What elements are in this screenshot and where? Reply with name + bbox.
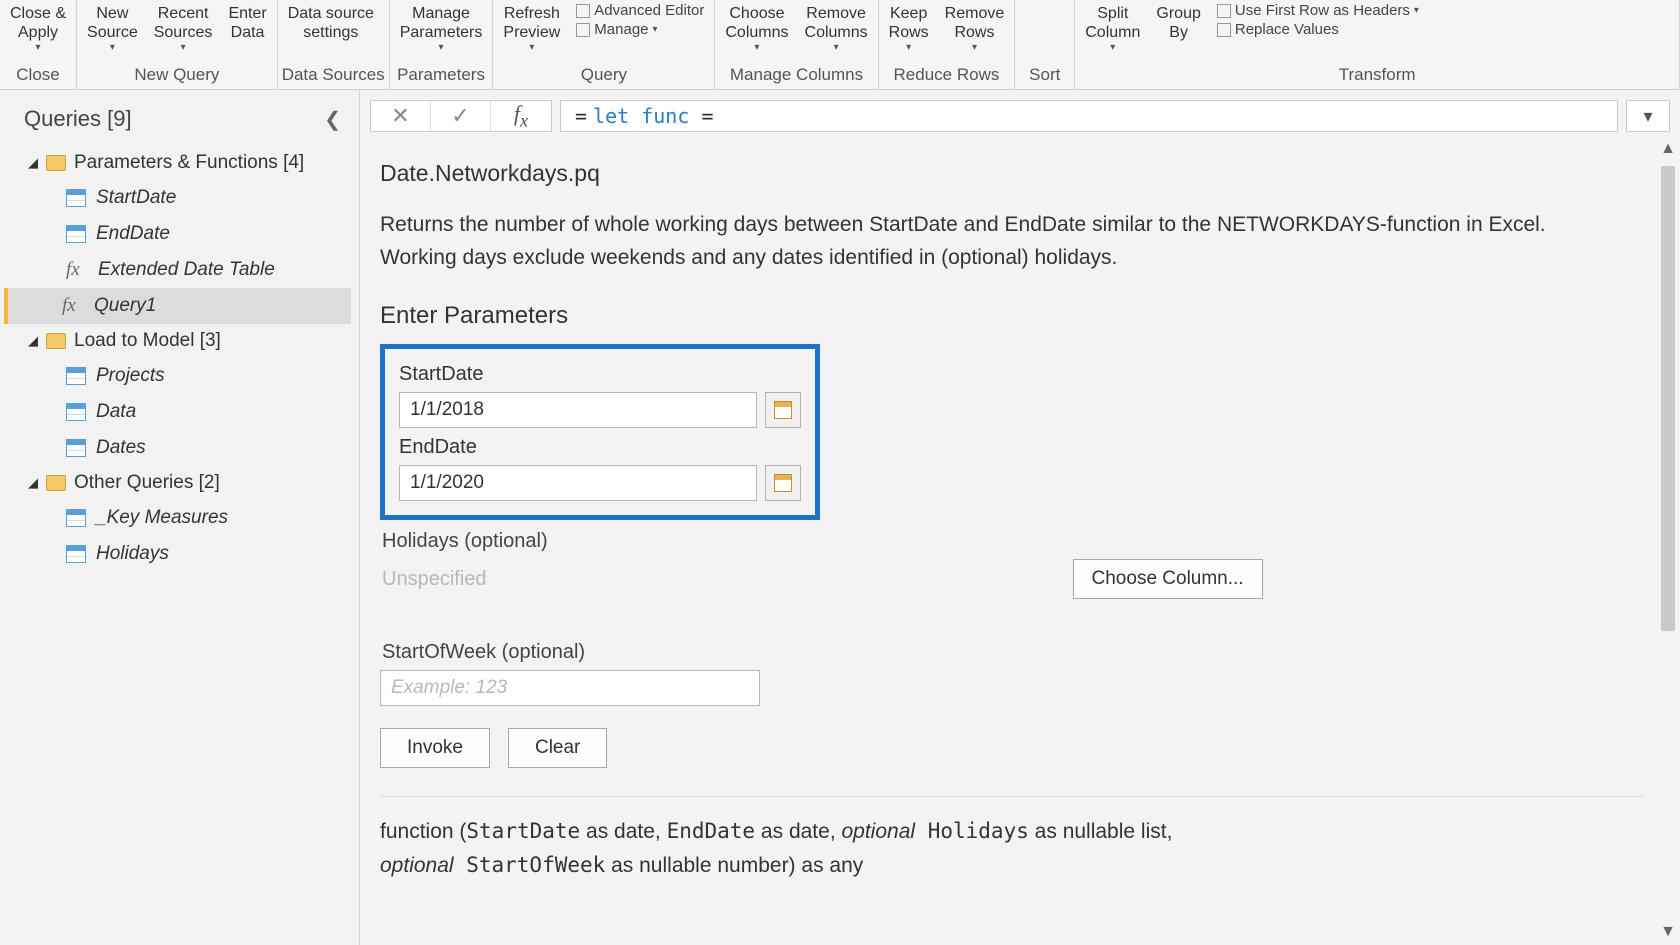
use-first-row-headers-button[interactable]: Use First Row as Headers <box>1217 2 1419 19</box>
calendar-icon <box>774 474 792 492</box>
choose-columns-button[interactable]: ChooseColumns <box>719 0 794 56</box>
query-holidays[interactable]: Holidays <box>8 536 351 572</box>
formula-bar: ✕ ✓ fx = let func = ▾ <box>360 90 1680 136</box>
enddate-label: EndDate <box>399 436 801 459</box>
table-icon <box>66 439 86 457</box>
scroll-thumb[interactable] <box>1661 166 1675 630</box>
function-signature: function (StartDate as date, EndDate as … <box>380 815 1644 882</box>
advanced-editor-button[interactable]: Advanced Editor <box>576 2 704 19</box>
formula-fx-button[interactable]: fx <box>491 101 551 131</box>
caret-down-icon: ◢ <box>28 155 38 171</box>
startdate-calendar-button[interactable] <box>765 392 801 428</box>
editor-icon <box>576 4 590 18</box>
refresh-preview-button[interactable]: RefreshPreview <box>497 0 566 56</box>
manage-parameters-button[interactable]: ManageParameters <box>394 0 489 56</box>
ribbon: Close &Apply Close NewSource RecentSourc… <box>0 0 1680 90</box>
scroll-down-icon[interactable]: ▼ <box>1660 919 1676 945</box>
vertical-scrollbar[interactable]: ▲ ▼ <box>1658 136 1678 945</box>
function-title: Date.Networkdays.pq <box>380 160 1644 187</box>
main-area: ✕ ✓ fx = let func = ▾ Date.Networkdays.p… <box>360 90 1680 945</box>
manage-button[interactable]: Manage <box>576 21 704 38</box>
table-icon <box>66 509 86 527</box>
data-source-settings-button[interactable]: Data sourcesettings <box>282 0 380 44</box>
invoke-button[interactable]: Invoke <box>380 728 490 768</box>
caret-down-icon: ◢ <box>28 475 38 491</box>
headers-icon <box>1217 4 1231 18</box>
startofweek-input[interactable] <box>380 670 760 706</box>
query-projects[interactable]: Projects <box>8 358 351 394</box>
clear-button[interactable]: Clear <box>508 728 607 768</box>
ribbon-group-close: Close <box>4 63 72 89</box>
remove-rows-button[interactable]: RemoveRows <box>939 0 1011 56</box>
split-column-button[interactable]: SplitColumn <box>1079 0 1146 56</box>
close-apply-button[interactable]: Close &Apply <box>4 0 72 56</box>
table-icon <box>66 189 86 207</box>
enddate-calendar-button[interactable] <box>765 465 801 501</box>
formula-expand-button[interactable]: ▾ <box>1626 100 1670 132</box>
group-other-queries[interactable]: ◢ Other Queries [2] <box>8 466 351 500</box>
choose-column-button[interactable]: Choose Column... <box>1073 559 1263 599</box>
query-dates[interactable]: Dates <box>8 430 351 466</box>
queries-header: Queries [9] <box>24 106 132 132</box>
folder-icon <box>46 155 66 171</box>
remove-columns-button[interactable]: RemoveColumns <box>799 0 874 56</box>
ribbon-group-query: Query <box>497 63 710 89</box>
scroll-up-icon[interactable]: ▲ <box>1660 136 1676 162</box>
startdate-input[interactable] <box>399 392 757 428</box>
table-icon <box>66 367 86 385</box>
fx-icon: fx <box>66 259 88 281</box>
ribbon-group-datasources: Data Sources <box>282 63 385 89</box>
scroll-track[interactable] <box>1661 166 1675 915</box>
ribbon-group-managecolumns: Manage Columns <box>719 63 873 89</box>
group-parameters-functions[interactable]: ◢ Parameters & Functions [4] <box>8 146 351 180</box>
enter-parameters-title: Enter Parameters <box>380 302 1644 330</box>
formula-confirm-button[interactable]: ✓ <box>431 101 491 131</box>
group-by-button[interactable]: GroupBy <box>1150 0 1206 44</box>
table-icon <box>66 403 86 421</box>
table-icon <box>66 225 86 243</box>
query-query1[interactable]: fxQuery1 <box>4 288 351 324</box>
new-source-button[interactable]: NewSource <box>81 0 144 56</box>
divider <box>380 796 1644 797</box>
formula-cancel-button[interactable]: ✕ <box>371 101 431 131</box>
query-extended-date-table[interactable]: fxExtended Date Table <box>8 252 351 288</box>
ribbon-group-newquery: New Query <box>81 63 273 89</box>
ribbon-group-sort: Sort <box>1019 63 1070 89</box>
replace-icon <box>1217 23 1231 37</box>
holidays-label: Holidays (optional) <box>382 530 1644 553</box>
fx-icon: fx <box>62 295 84 317</box>
query-key-measures[interactable]: _Key Measures <box>8 500 351 536</box>
queries-tree: ◢ Parameters & Functions [4] StartDate E… <box>0 146 359 572</box>
query-enddate[interactable]: EndDate <box>8 216 351 252</box>
function-description: Returns the number of whole working days… <box>380 209 1560 274</box>
calendar-icon <box>774 401 792 419</box>
table-icon <box>66 545 86 563</box>
recent-sources-button[interactable]: RecentSources <box>148 0 219 56</box>
query-data[interactable]: Data <box>8 394 351 430</box>
startdate-label: StartDate <box>399 363 801 386</box>
queries-pane: Queries [9] ❮ ◢ Parameters & Functions [… <box>0 90 360 945</box>
ribbon-group-transform: Transform <box>1079 63 1675 89</box>
startofweek-label: StartOfWeek (optional) <box>382 641 1644 664</box>
manage-icon <box>576 23 590 37</box>
ribbon-group-reducerows: Reduce Rows <box>883 63 1011 89</box>
enddate-input[interactable] <box>399 465 757 501</box>
collapse-queries-icon[interactable]: ❮ <box>324 107 341 132</box>
formula-input[interactable]: = let func = <box>560 100 1618 132</box>
ribbon-group-parameters: Parameters <box>394 63 489 89</box>
keep-rows-button[interactable]: KeepRows <box>883 0 935 56</box>
holidays-value: Unspecified <box>382 568 487 591</box>
folder-icon <box>46 475 66 491</box>
folder-icon <box>46 333 66 349</box>
query-startdate[interactable]: StartDate <box>8 180 351 216</box>
replace-values-button[interactable]: Replace Values <box>1217 21 1419 38</box>
highlighted-parameters: StartDate EndDate <box>380 344 820 520</box>
group-load-to-model[interactable]: ◢ Load to Model [3] <box>8 324 351 358</box>
enter-data-button[interactable]: EnterData <box>222 0 272 44</box>
caret-down-icon: ◢ <box>28 333 38 349</box>
